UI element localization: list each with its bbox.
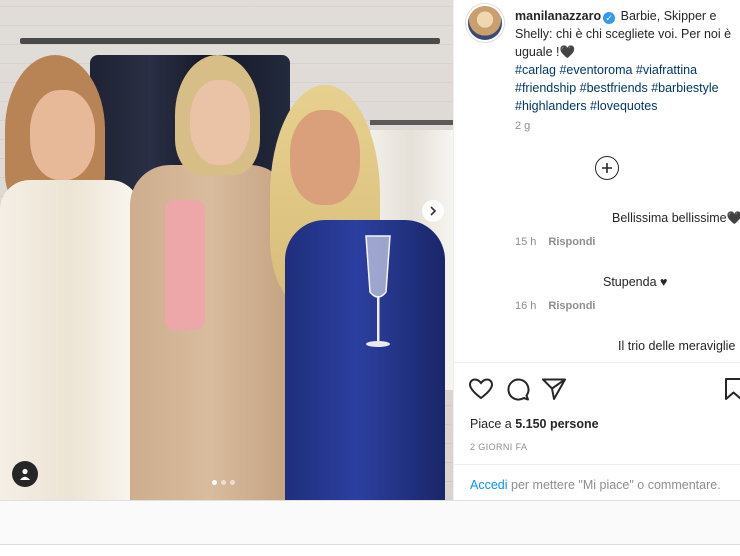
caption-hashtags[interactable]: #carlag #eventoroma #viafrattina #friend… — [515, 63, 719, 113]
comment-meta: 16 h Rispondi — [515, 300, 595, 312]
user-tag-button[interactable] — [12, 461, 38, 487]
clothes-rack-right — [370, 120, 453, 125]
reply-button[interactable]: Rispondi — [548, 236, 595, 248]
bookmark-icon[interactable] — [724, 376, 740, 402]
likes-count[interactable]: Piace a 5.150 persone — [470, 417, 599, 431]
woman-right-face — [290, 110, 360, 205]
post-frame: manilanazzaro ✓ Barbie, Skipper e Shelly:… — [0, 0, 740, 500]
woman-left-body — [0, 180, 140, 500]
post-side-panel: manilanazzaro ✓ Barbie, Skipper e Shelly:… — [453, 0, 740, 500]
comment-meta: 15 h Rispondi — [515, 236, 595, 248]
carousel-dot-active — [212, 480, 217, 485]
username-link[interactable]: manilanazzaro — [515, 9, 601, 23]
comment-age: 15 h — [515, 236, 537, 248]
woman-center-face — [190, 80, 250, 165]
woman-left-face — [30, 90, 95, 180]
reply-button[interactable]: Rispondi — [548, 300, 595, 312]
carousel-indicator — [212, 480, 235, 485]
user-tag-icon — [20, 468, 30, 480]
likes-prefix: Piace a — [470, 417, 512, 431]
login-prompt: Accedi per mettere "Mi piace" o commenta… — [470, 478, 721, 492]
carousel-dot — [221, 480, 226, 485]
divider — [454, 464, 740, 465]
load-more-comments-button[interactable] — [595, 156, 619, 180]
avatar[interactable] — [466, 4, 504, 42]
clothes-rack — [20, 38, 440, 44]
comment-text: Il trio delle meraviglie — [618, 339, 736, 353]
heart-icon[interactable] — [468, 376, 494, 402]
page-bottom-strip — [0, 544, 740, 556]
caption-age: 2 g — [515, 120, 531, 132]
chevron-right-icon — [430, 206, 437, 216]
woman-center-body — [130, 165, 290, 500]
post-date: 2 GIORNI FA — [470, 442, 528, 452]
comment-text: Stupenda ♥ — [603, 275, 668, 289]
post-photo[interactable] — [0, 0, 453, 500]
login-link[interactable]: Accedi — [470, 478, 508, 492]
comment-icon[interactable] — [505, 376, 531, 402]
woman-center-top — [165, 200, 205, 330]
divider — [454, 362, 740, 363]
plus-circle-icon — [602, 163, 612, 173]
post-actions — [468, 376, 740, 402]
champagne-glass — [365, 235, 391, 347]
login-prompt-text: per mettere "Mi piace" o commentare. — [511, 478, 721, 492]
verified-badge-icon: ✓ — [603, 12, 616, 24]
carousel-next-button[interactable] — [422, 200, 444, 222]
post-caption: manilanazzaro ✓ Barbie, Skipper e Shelly:… — [515, 7, 739, 115]
send-icon[interactable] — [541, 376, 567, 402]
comment-age: 16 h — [515, 300, 537, 312]
comment-text: Bellissima bellissime🖤 — [612, 211, 740, 225]
likes-number: 5.150 persone — [515, 417, 599, 431]
carousel-dot — [230, 480, 235, 485]
